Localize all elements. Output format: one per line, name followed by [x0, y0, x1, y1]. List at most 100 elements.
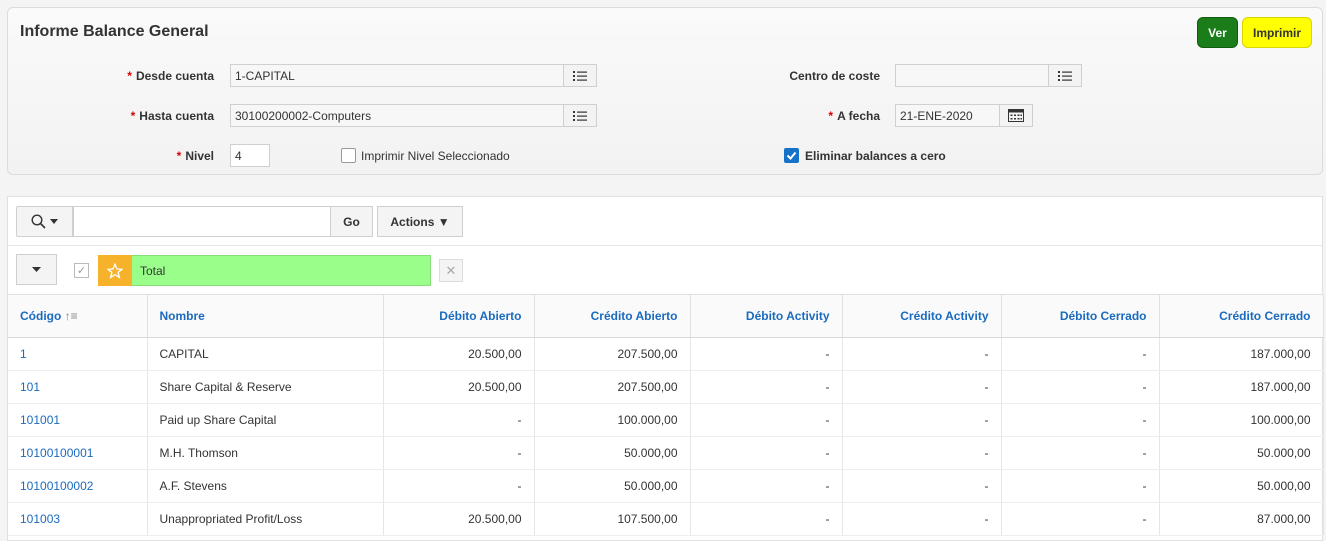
divider [8, 245, 1322, 246]
calendar-icon [1008, 109, 1024, 122]
table-header-row: Código ↑≡ Nombre Débito Abierto Crédito … [8, 295, 1324, 338]
nivel-field[interactable]: 4 [230, 144, 270, 167]
list-icon [573, 70, 587, 81]
a-fecha-field[interactable]: 21-ENE-2020 [895, 104, 1000, 127]
page-title: Informe Balance General [20, 23, 209, 40]
report-parameters-region: Informe Balance General Ver Imprimir * De… [7, 7, 1323, 175]
column-header-nombre[interactable]: Nombre [147, 295, 384, 338]
checkmark-icon [786, 151, 797, 160]
account-name-cell: Share Capital & Reserve [147, 370, 384, 404]
table-row: 101 Share Capital & Reserve 20.500,00 20… [8, 370, 1324, 404]
a-fecha-label: * A fecha [828, 109, 880, 123]
column-header-debito-activity[interactable]: Débito Activity [690, 295, 843, 338]
hasta-cuenta-label: * Hasta cuenta [130, 109, 214, 123]
remove-filter-button[interactable]: ✕ [439, 259, 463, 282]
credito-cerrado-cell: 50.000,00 [1159, 469, 1324, 503]
debito-activity-cell: - [690, 337, 843, 371]
filter-enable-checkbox[interactable]: ✓ [74, 263, 89, 278]
debito-cerrado-cell: - [1001, 403, 1160, 437]
centro-coste-field[interactable] [895, 64, 1049, 87]
debito-cerrado-cell: - [1001, 436, 1160, 470]
account-code-link[interactable]: 1 [8, 337, 148, 371]
calendar-button[interactable] [999, 104, 1033, 127]
debito-cerrado-cell: - [1001, 370, 1160, 404]
desde-cuenta-field[interactable]: 1-CAPITAL [230, 64, 564, 87]
credito-activity-cell: - [842, 436, 1002, 470]
imprimir-nivel-label: Imprimir Nivel Seleccionado [361, 149, 510, 163]
filter-expand-button[interactable] [16, 254, 57, 285]
debito-activity-cell: - [690, 370, 843, 404]
credito-activity-cell: - [842, 502, 1002, 536]
column-header-debito-cerrado[interactable]: Débito Cerrado [1001, 295, 1160, 338]
list-icon [573, 110, 587, 121]
eliminar-balances-checkbox[interactable] [784, 148, 799, 163]
credito-activity-cell: - [842, 403, 1002, 437]
debito-abierto-cell: - [383, 436, 535, 470]
credito-cerrado-cell: 100.000,00 [1159, 403, 1324, 437]
highlight-star-button[interactable] [98, 255, 131, 286]
credito-cerrado-cell: 50.000,00 [1159, 436, 1324, 470]
credito-activity-cell: - [842, 469, 1002, 503]
highlight-filter-total[interactable]: Total [131, 255, 431, 286]
caret-down-icon: ▼ [437, 214, 450, 229]
go-button[interactable]: Go [330, 206, 373, 237]
credito-abierto-cell: 50.000,00 [534, 469, 691, 503]
credito-abierto-cell: 207.500,00 [534, 370, 691, 404]
column-header-debito-abierto[interactable]: Débito Abierto [383, 295, 535, 338]
imprimir-button[interactable]: Imprimir [1242, 17, 1312, 48]
credito-abierto-cell: 50.000,00 [534, 436, 691, 470]
credito-cerrado-cell: 187.000,00 [1159, 337, 1324, 371]
debito-activity-cell: - [690, 502, 843, 536]
account-code-link[interactable]: 101 [8, 370, 148, 404]
account-name-cell: Unappropriated Profit/Loss [147, 502, 384, 536]
ver-button[interactable]: Ver [1197, 17, 1238, 48]
debito-abierto-cell: - [383, 469, 535, 503]
eliminar-balances-label: Eliminar balances a cero [805, 149, 946, 163]
credito-abierto-cell: 207.500,00 [534, 337, 691, 371]
column-header-credito-cerrado[interactable]: Crédito Cerrado [1159, 295, 1324, 338]
account-code-link[interactable]: 101001 [8, 403, 148, 437]
column-header-credito-activity[interactable]: Crédito Activity [842, 295, 1002, 338]
list-icon [1058, 70, 1072, 81]
debito-cerrado-cell: - [1001, 502, 1160, 536]
centro-coste-label: Centro de coste [789, 69, 880, 83]
debito-activity-cell: - [690, 403, 843, 437]
debito-cerrado-cell: - [1001, 337, 1160, 371]
nivel-label: * Nivel [176, 149, 214, 163]
account-name-cell: A.F. Stevens [147, 469, 384, 503]
desde-cuenta-label: * Desde cuenta [127, 69, 214, 83]
sort-ascending-icon: ↑≡ [64, 308, 78, 323]
table-row: 101001 Paid up Share Capital - 100.000,0… [8, 403, 1324, 437]
account-code-link[interactable]: 10100100001 [8, 436, 148, 470]
imprimir-nivel-checkbox[interactable] [341, 148, 356, 163]
hasta-cuenta-lov-button[interactable] [563, 104, 597, 127]
report-region: Go Actions ▼ ✓ Total ✕ Código ↑≡ Nombre … [7, 196, 1324, 541]
account-code-link[interactable]: 101003 [8, 502, 148, 536]
close-icon: ✕ [445, 262, 457, 278]
search-column-button[interactable] [16, 206, 73, 237]
table-row: 101003 Unappropriated Profit/Loss 20.500… [8, 502, 1324, 536]
actions-button[interactable]: Actions ▼ [377, 206, 463, 237]
debito-cerrado-cell: - [1001, 469, 1160, 503]
caret-down-icon [32, 266, 41, 272]
account-code-link[interactable]: 10100100002 [8, 469, 148, 503]
account-name-cell: CAPITAL [147, 337, 384, 371]
debito-activity-cell: - [690, 436, 843, 470]
debito-abierto-cell: 20.500,00 [383, 337, 535, 371]
credito-abierto-cell: 100.000,00 [534, 403, 691, 437]
credito-abierto-cell: 107.500,00 [534, 502, 691, 536]
search-icon [31, 214, 46, 229]
account-name-cell: Paid up Share Capital [147, 403, 384, 437]
column-header-codigo[interactable]: Código ↑≡ [8, 295, 148, 338]
debito-abierto-cell: - [383, 403, 535, 437]
account-name-cell: M.H. Thomson [147, 436, 384, 470]
column-header-credito-abierto[interactable]: Crédito Abierto [534, 295, 691, 338]
debito-abierto-cell: 20.500,00 [383, 370, 535, 404]
star-icon [106, 262, 123, 279]
table-row: 10100100002 A.F. Stevens - 50.000,00 - -… [8, 469, 1324, 503]
debito-activity-cell: - [690, 469, 843, 503]
centro-coste-lov-button[interactable] [1048, 64, 1082, 87]
hasta-cuenta-field[interactable]: 30100200002-Computers [230, 104, 564, 127]
desde-cuenta-lov-button[interactable] [563, 64, 597, 87]
search-input[interactable] [73, 206, 331, 237]
